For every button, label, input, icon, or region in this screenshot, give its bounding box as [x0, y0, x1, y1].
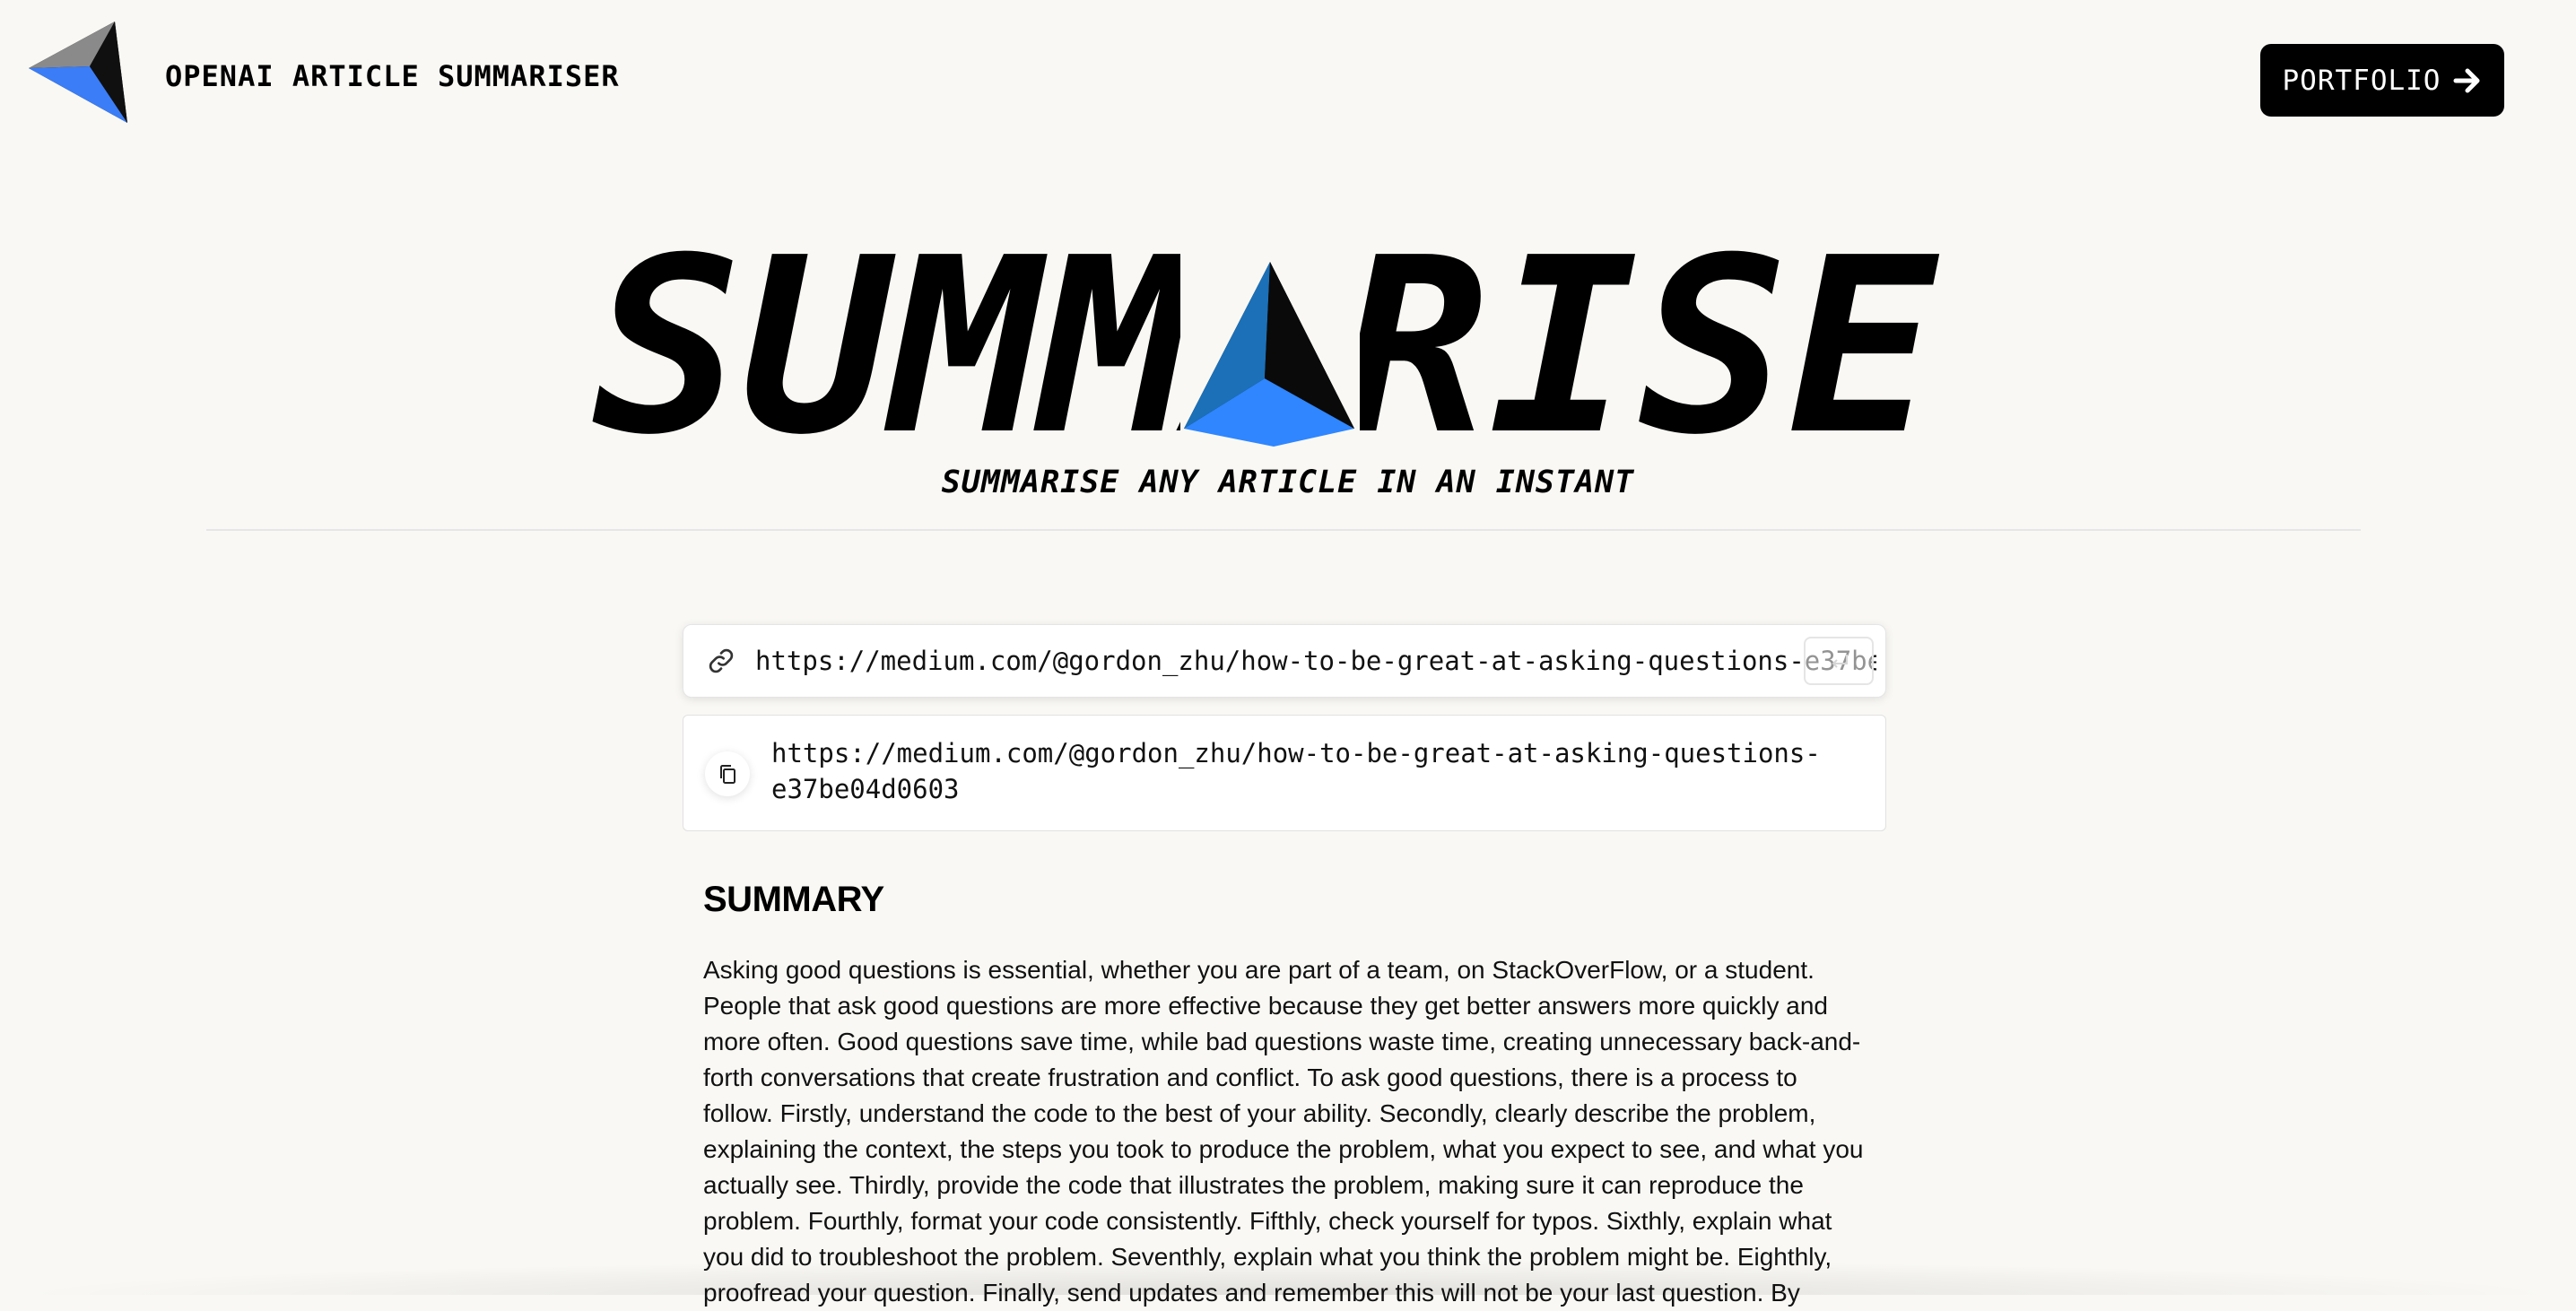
summary-heading: SUMMARY — [703, 880, 884, 919]
title-triangle-logo-icon — [1180, 249, 1360, 448]
link-icon — [709, 648, 734, 673]
portfolio-button[interactable]: PORTFOLIO — [2260, 44, 2504, 117]
arrow-right-icon — [2453, 68, 2480, 92]
history-item-url: https://medium.com/@gordon_zhu/how-to-be… — [771, 738, 1821, 804]
app-title: OPENAI ARTICLE SUMMARISER — [165, 59, 620, 93]
url-form — [683, 624, 1886, 698]
divider — [206, 529, 2361, 531]
copy-icon — [720, 765, 735, 784]
header: OPENAI ARTICLE SUMMARISER PORTFOLIO — [0, 0, 2576, 161]
tagline: SUMMARISE ANY ARTICLE IN AN INSTANT — [941, 464, 1635, 500]
url-input[interactable] — [755, 636, 1876, 686]
summary-text: Asking good questions is essential, whet… — [703, 956, 1864, 1307]
portfolio-button-label: PORTFOLIO — [2282, 64, 2441, 97]
triangle-logo-icon[interactable] — [27, 20, 127, 124]
history-item[interactable]: https://medium.com/@gordon_zhu/how-to-be… — [683, 715, 1886, 831]
enter-icon — [1832, 655, 1848, 668]
submit-button[interactable] — [1804, 637, 1874, 685]
copy-button[interactable] — [705, 751, 750, 796]
hero-title: SUMMARISE — [592, 242, 1943, 448]
